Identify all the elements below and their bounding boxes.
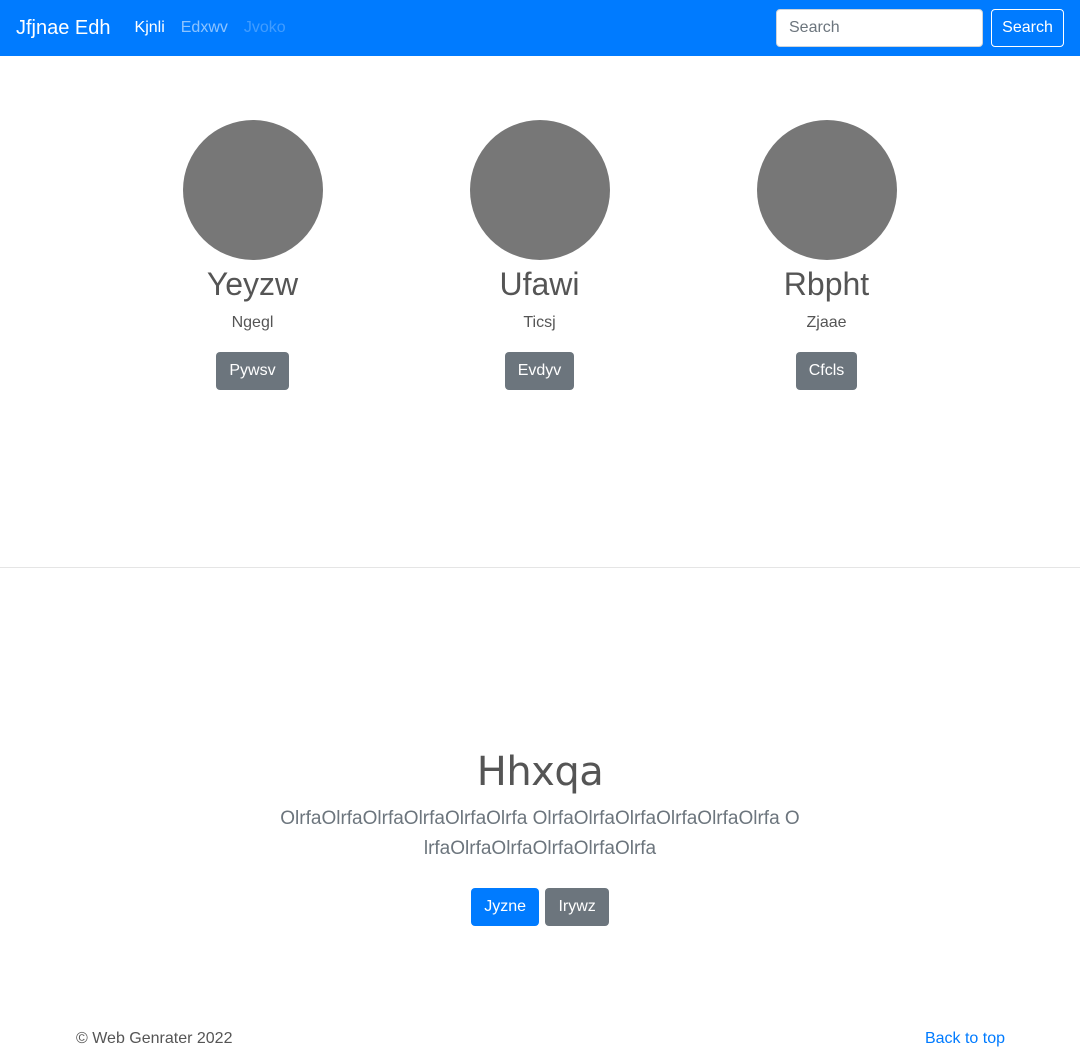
profile-subtitle: Ticsj xyxy=(523,314,556,331)
profile-card: Ufawi Ticsj Evdyv xyxy=(396,120,683,390)
profile-name: Yeyzw xyxy=(206,266,299,302)
profile-card: Rbpht Zjaae Cfcls xyxy=(683,120,970,390)
jumbotron: Hhxqa OlrfaOlrfaOlrfaOlrfaOlrfaOlrfa Olr… xyxy=(0,748,1080,926)
profile-button[interactable]: Cfcls xyxy=(795,352,858,390)
footer-copyright: © Web Genrater 2022 xyxy=(76,1030,233,1047)
jumbotron-text: OlrfaOlrfaOlrfaOlrfaOlrfaOlrfa OlrfaOlrf… xyxy=(280,808,800,859)
profile-name: Ufawi xyxy=(499,266,580,302)
jumbotron-primary-button[interactable]: Jyzne xyxy=(471,888,539,926)
profile-card: Yeyzw Ngegl Pywsv xyxy=(109,120,396,390)
profile-button[interactable]: Evdyv xyxy=(504,352,575,390)
jumbotron-actions: Jyzne Irywz xyxy=(0,888,1080,926)
nav-link-jvoko: Jvoko xyxy=(243,19,286,36)
profile-subtitle: Ngegl xyxy=(231,314,274,331)
search-button[interactable]: Search xyxy=(991,9,1064,47)
back-to-top-link[interactable]: Back to top xyxy=(925,1030,1005,1048)
avatar xyxy=(182,120,323,260)
avatar xyxy=(756,120,897,260)
profile-button[interactable]: Pywsv xyxy=(216,352,289,390)
search-input[interactable] xyxy=(776,9,983,47)
nav-links: Kjnli Edxwv Jvoko xyxy=(135,19,302,37)
jumbotron-secondary-button[interactable]: Irywz xyxy=(545,888,609,926)
profiles-section: Yeyzw Ngegl Pywsv Ufawi Ticsj Evdyv Rbph… xyxy=(0,56,1080,568)
profile-name: Rbpht xyxy=(783,266,870,302)
search-form: Search xyxy=(776,9,1064,47)
navbar: Jfjnae Edh Kjnli Edxwv Jvoko Search xyxy=(0,0,1080,56)
nav-link-edxwv[interactable]: Edxwv xyxy=(181,19,228,37)
avatar xyxy=(469,120,610,260)
profile-subtitle: Zjaae xyxy=(806,314,847,331)
nav-link-kjnli[interactable]: Kjnli xyxy=(135,19,165,37)
navbar-brand[interactable]: Jfjnae Edh xyxy=(16,17,111,40)
jumbotron-title: Hhxqa xyxy=(476,749,604,795)
